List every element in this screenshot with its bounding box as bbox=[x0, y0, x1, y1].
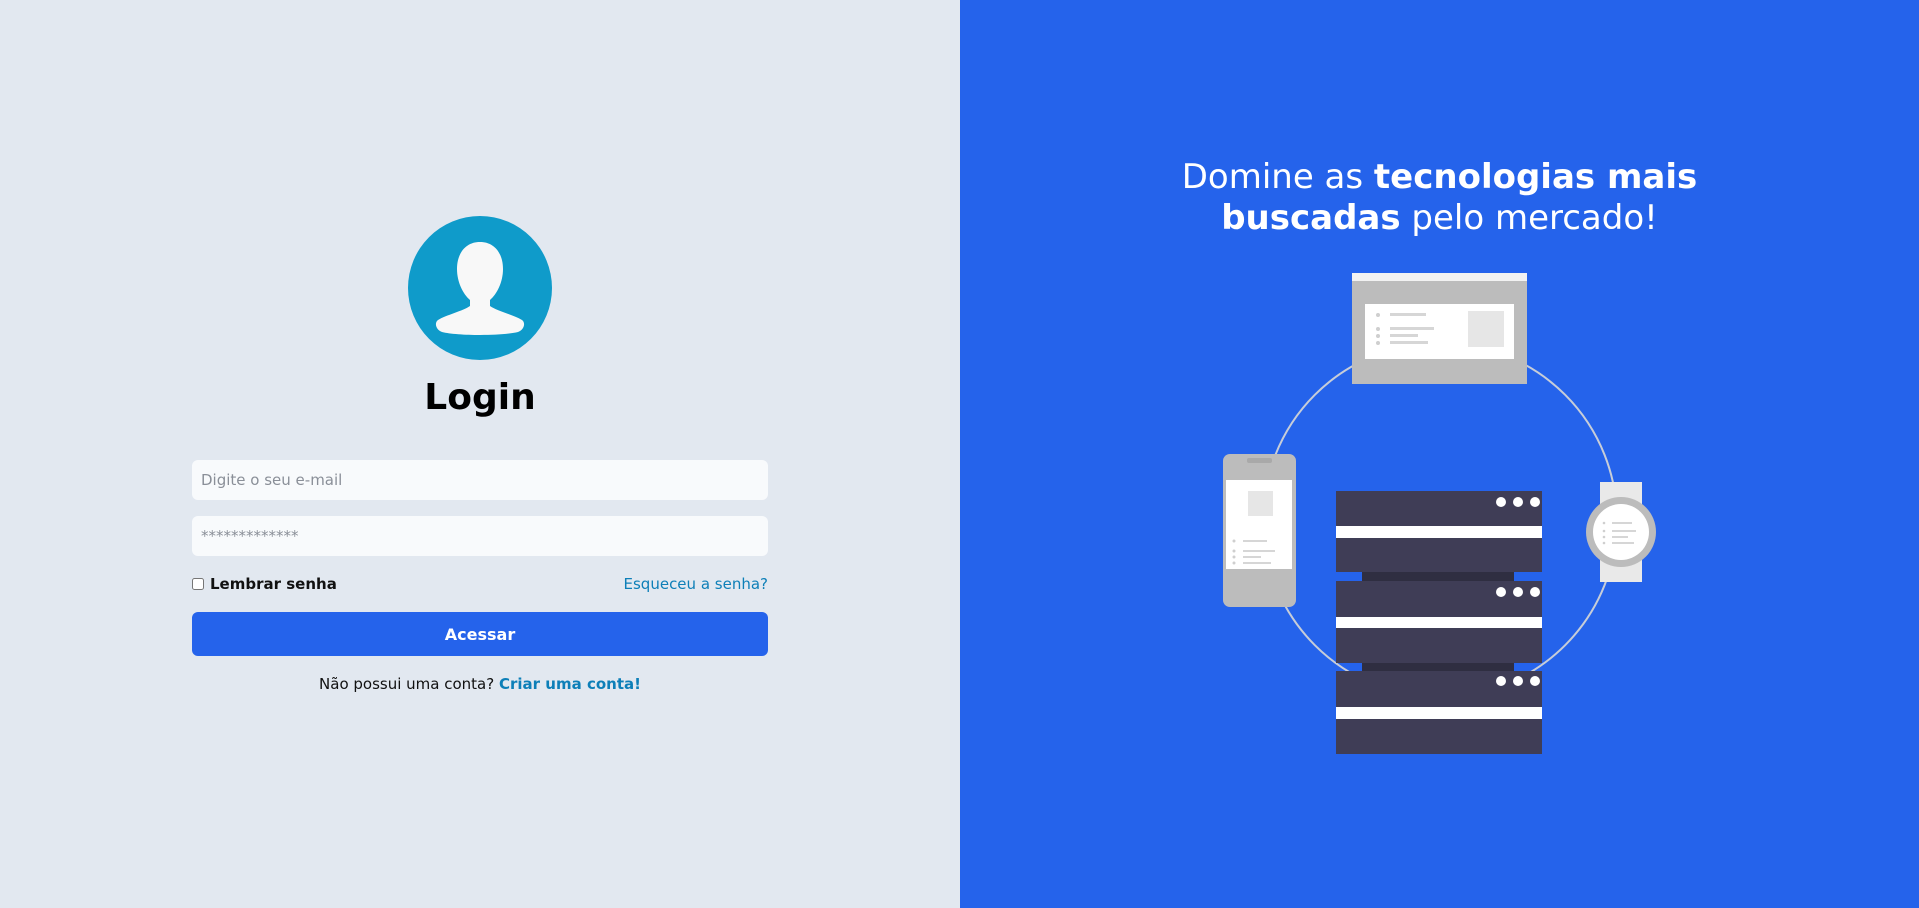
signup-link[interactable]: Criar uma conta! bbox=[499, 675, 641, 693]
smartwatch-icon bbox=[1586, 482, 1656, 582]
devices-illustration bbox=[1223, 273, 1656, 754]
remember-label: Lembrar senha bbox=[210, 575, 337, 593]
login-panel: Login Lembrar senha Esqueceu a senha? Ac… bbox=[0, 0, 960, 908]
server-rack-icon bbox=[1336, 491, 1542, 754]
browser-window-icon bbox=[1352, 273, 1527, 384]
signup-row: Não possui uma conta? Criar uma conta! bbox=[0, 674, 960, 694]
remember-password[interactable]: Lembrar senha bbox=[192, 574, 337, 594]
user-avatar-icon bbox=[408, 216, 552, 360]
email-input[interactable] bbox=[192, 460, 768, 500]
remember-checkbox[interactable] bbox=[192, 578, 204, 590]
login-title: Login bbox=[424, 377, 536, 418]
login-page: Login Lembrar senha Esqueceu a senha? Ac… bbox=[0, 0, 1919, 908]
promo-panel: Domine as tecnologias mais buscadas pelo… bbox=[960, 0, 1919, 908]
signup-prompt: Não possui uma conta? bbox=[319, 675, 495, 693]
submit-button[interactable]: Acessar bbox=[192, 612, 768, 656]
forgot-password-link[interactable]: Esqueceu a senha? bbox=[624, 574, 768, 594]
smartphone-icon bbox=[1223, 454, 1296, 607]
password-input[interactable] bbox=[192, 516, 768, 556]
